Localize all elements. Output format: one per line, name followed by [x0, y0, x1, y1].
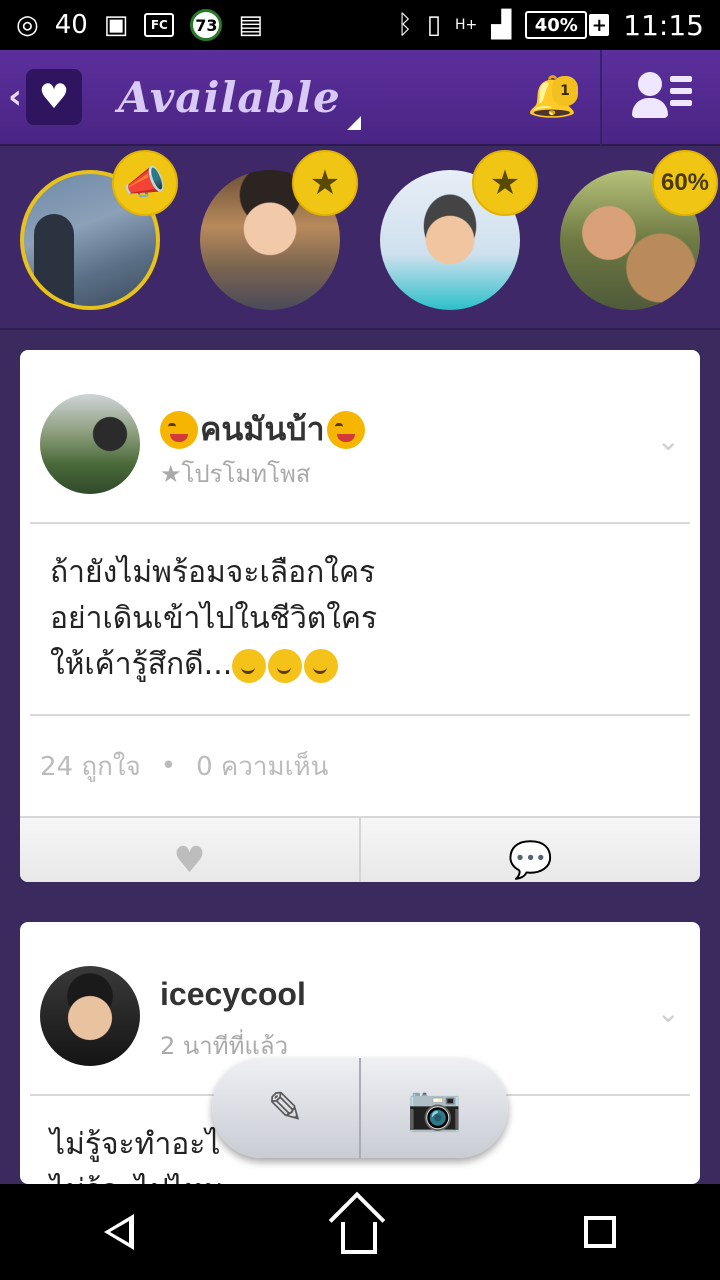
- story-avatar[interactable]: ★: [380, 150, 538, 310]
- availability-status-dropdown[interactable]: Available: [118, 73, 361, 130]
- contacts-button[interactable]: [630, 72, 694, 124]
- fc-notification-icon: FC: [144, 13, 175, 37]
- like-button[interactable]: ♥: [20, 818, 359, 882]
- smile-emoji-icon: [304, 648, 339, 683]
- star-icon: ★: [472, 150, 538, 216]
- speech-bubbles-icon: 💬: [508, 840, 553, 881]
- divider: [600, 50, 602, 146]
- contacts-icon-lines: [670, 76, 692, 112]
- recent-apps-icon[interactable]: [584, 1216, 617, 1248]
- contacts-list-icon: [638, 72, 662, 96]
- compose-bar: ✎ 📷: [212, 1058, 508, 1158]
- post-author[interactable]: icecycool: [160, 976, 306, 1013]
- post-subtitle: ★โปรโมทโพส: [160, 460, 311, 488]
- post-author-name: icecycool: [160, 976, 306, 1012]
- post-line: อย่าเดินเข้าไปในชีวิตใคร: [50, 601, 378, 636]
- battery-indicator: 40% +: [525, 11, 610, 39]
- app-bar: ‹ ♥ Available 🔔 1: [0, 50, 720, 146]
- chevron-down-icon[interactable]: ⌄: [657, 996, 680, 1029]
- star-icon: ★: [292, 150, 358, 216]
- status-bar: ◎ 40 ▣ FC 73 ▤ ᛒ ▯ H+ ▟ 40% + 11:15: [0, 0, 720, 50]
- camera-icon: 📷: [407, 1083, 462, 1134]
- post-line: ให้เค้ารู้สึกดี...: [50, 642, 670, 688]
- notifications-button[interactable]: 🔔 1: [520, 64, 584, 128]
- compose-post-button[interactable]: ✎: [212, 1058, 359, 1158]
- contacts-icon-body: [632, 98, 668, 118]
- laughing-emoji-icon: [160, 410, 198, 449]
- clock: 11:15: [623, 8, 704, 42]
- avatar[interactable]: [40, 394, 140, 494]
- smile-emoji-icon: [268, 648, 303, 683]
- likes-count[interactable]: 24 ถูกใจ: [40, 746, 141, 787]
- post-stats: 24 ถูกใจ • 0 ความเห็น: [20, 716, 700, 816]
- post-body: ถ้ายังไม่พร้อมจะเลือกใคร อย่าเดินเข้าไปใ…: [30, 524, 690, 716]
- signal-icon: ▟: [491, 10, 512, 40]
- edit-icon: ✎: [267, 1082, 304, 1134]
- notification-badge: 1: [552, 76, 578, 106]
- story-avatar[interactable]: ★: [200, 150, 358, 310]
- home-icon[interactable]: [340, 1222, 377, 1254]
- badge-notification-icon: 73: [190, 9, 223, 41]
- avatar[interactable]: [40, 966, 140, 1066]
- back-icon[interactable]: [103, 1214, 134, 1250]
- image-notification-icon: ▣: [103, 10, 129, 40]
- separator-dot: •: [160, 751, 177, 781]
- post-header: คนมันบ้า ★โปรโมทโพส ⌄: [30, 350, 690, 524]
- notification-count: 40: [54, 10, 88, 40]
- story-avatar[interactable]: 📣: [20, 150, 178, 310]
- back-chevron-icon[interactable]: ‹: [8, 77, 22, 117]
- network-type: H+: [455, 17, 478, 33]
- post-actions: ♥ 💬: [20, 816, 700, 882]
- briefcase-icon: ▤: [238, 10, 263, 40]
- camera-post-button[interactable]: 📷: [359, 1058, 508, 1158]
- chat-notification-icon: ◎: [16, 10, 39, 40]
- chevron-down-icon[interactable]: ⌄: [657, 424, 680, 457]
- tongue-emoji-icon: [326, 410, 365, 449]
- heart-icon: ♥: [173, 839, 206, 881]
- megaphone-icon: 📣: [112, 150, 178, 216]
- post-line: ไม่รู้จะไปไหน: [50, 1168, 670, 1184]
- post-line-text: ให้เค้ารู้สึกดี...: [50, 647, 233, 682]
- match-percentage-badge: 60%: [652, 150, 718, 216]
- comment-button[interactable]: 💬: [359, 818, 700, 882]
- charging-icon: +: [589, 14, 610, 36]
- vibrate-icon: ▯: [426, 10, 442, 40]
- post-line: ถ้ายังไม่พร้อมจะเลือกใคร: [50, 555, 376, 590]
- system-navigation-bar: [0, 1184, 720, 1280]
- post-author[interactable]: คนมันบ้า: [160, 404, 365, 455]
- battery-level: 40%: [525, 11, 588, 39]
- post-author-name: คนมันบ้า: [200, 411, 325, 447]
- stories-row: 📣 ★ ★ 60%: [0, 148, 720, 330]
- heart-icon[interactable]: ♥: [26, 69, 83, 125]
- smile-emoji-icon: [232, 648, 267, 683]
- bluetooth-icon: ᛒ: [397, 10, 413, 40]
- comments-count[interactable]: 0 ความเห็น: [196, 746, 328, 787]
- story-avatar[interactable]: 60%: [560, 150, 718, 310]
- post-card: คนมันบ้า ★โปรโมทโพส ⌄ ถ้ายังไม่พร้อมจะเล…: [20, 350, 700, 882]
